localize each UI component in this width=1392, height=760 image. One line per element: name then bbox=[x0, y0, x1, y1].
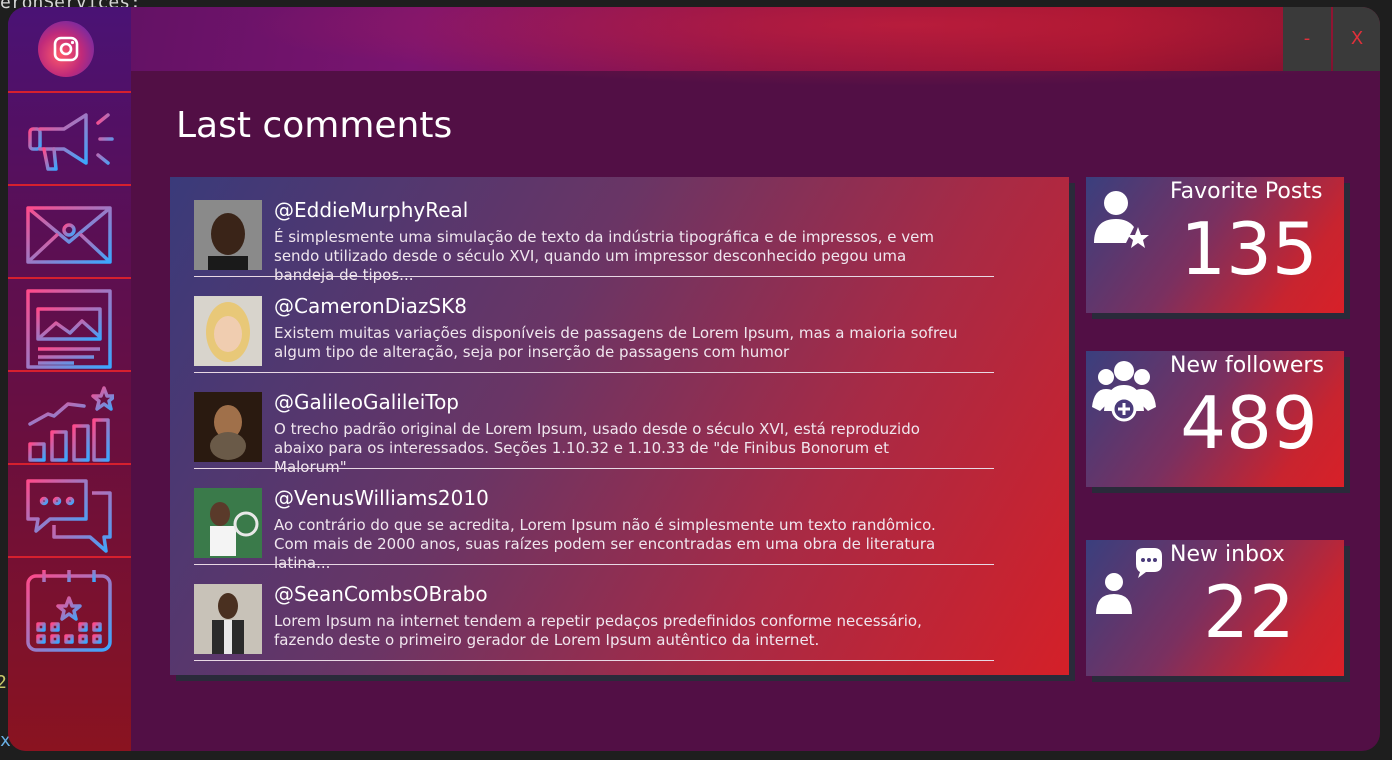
comment-item[interactable]: @GalileoGalileiTop O trecho padrão origi… bbox=[194, 384, 994, 480]
stat-value: 22 bbox=[1203, 570, 1295, 654]
comment-text: Existem muitas variações disponíveis de … bbox=[274, 324, 958, 361]
comment-handle[interactable]: @CameronDiazSK8 bbox=[274, 294, 467, 318]
stat-value: 489 bbox=[1180, 381, 1318, 465]
growth-chart-icon bbox=[28, 386, 114, 462]
divider bbox=[194, 564, 994, 565]
comment-handle[interactable]: @EddieMurphyReal bbox=[274, 198, 468, 222]
comment-text: Lorem Ipsum na internet tendem a repetir… bbox=[274, 612, 922, 649]
avatar bbox=[194, 200, 262, 270]
comment-item[interactable]: @VenusWilliams2010 Ao contrário do que s… bbox=[194, 480, 994, 576]
news-icon bbox=[26, 289, 112, 369]
avatar bbox=[194, 392, 262, 462]
page-title: Last comments bbox=[176, 105, 453, 146]
close-button[interactable]: X bbox=[1333, 7, 1380, 71]
comment-handle[interactable]: @GalileoGalileiTop bbox=[274, 390, 459, 414]
divider bbox=[194, 372, 994, 373]
divider bbox=[194, 660, 994, 661]
comment-item[interactable]: @SeanCombsOBrabo Lorem Ipsum na internet… bbox=[194, 576, 994, 672]
comment-item[interactable]: @CameronDiazSK8 Existem muitas variações… bbox=[194, 288, 994, 384]
mail-icon bbox=[26, 206, 112, 264]
stat-value: 135 bbox=[1180, 207, 1318, 291]
stat-label: New followers bbox=[1170, 353, 1324, 378]
instagram-logo-icon[interactable] bbox=[38, 21, 94, 77]
new-inbox-card[interactable]: New inbox 22 bbox=[1086, 540, 1344, 676]
sidebar-item-calendar[interactable] bbox=[8, 556, 131, 652]
new-followers-card[interactable]: New followers 489 bbox=[1086, 351, 1344, 487]
avatar bbox=[194, 488, 262, 558]
minimize-button[interactable]: - bbox=[1283, 7, 1331, 71]
divider bbox=[194, 276, 994, 277]
app-window: - X Last comments @EddieMurphyReal É sim… bbox=[8, 7, 1380, 751]
group-add-icon bbox=[1092, 361, 1156, 422]
sidebar-item-announcements[interactable] bbox=[8, 91, 131, 183]
user-message-icon bbox=[1096, 548, 1162, 614]
sidebar-item-growth[interactable] bbox=[8, 370, 131, 462]
megaphone-icon bbox=[28, 113, 114, 171]
divider bbox=[194, 468, 994, 469]
favorite-posts-card[interactable]: Favorite Posts 135 bbox=[1086, 177, 1344, 313]
sidebar-item-chat[interactable] bbox=[8, 463, 131, 555]
chat-icon bbox=[26, 479, 112, 553]
stat-label: Favorite Posts bbox=[1170, 179, 1323, 204]
sidebar-item-news[interactable] bbox=[8, 277, 131, 369]
avatar bbox=[194, 296, 262, 366]
comment-handle[interactable]: @VenusWilliams2010 bbox=[274, 486, 489, 510]
comment-item[interactable]: @EddieMurphyReal É simplesmente uma simu… bbox=[194, 192, 994, 288]
user-star-icon bbox=[1094, 191, 1149, 248]
title-bar-decoration bbox=[128, 7, 1380, 97]
title-bar[interactable]: - X bbox=[8, 7, 1380, 97]
comment-handle[interactable]: @SeanCombsOBrabo bbox=[274, 582, 488, 606]
calendar-icon bbox=[26, 570, 112, 652]
avatar bbox=[194, 584, 262, 654]
comments-panel: @EddieMurphyReal É simplesmente uma simu… bbox=[170, 177, 1069, 675]
stat-label: New inbox bbox=[1170, 542, 1285, 567]
sidebar-item-mail[interactable] bbox=[8, 184, 131, 276]
code-line: 2 bbox=[0, 672, 7, 693]
sidebar bbox=[8, 7, 131, 751]
